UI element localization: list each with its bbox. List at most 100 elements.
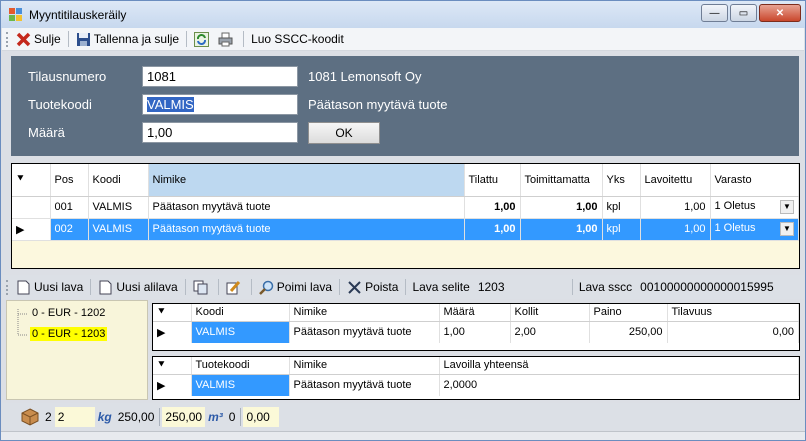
create-sscc-button[interactable]: Luo SSCC-koodit: [248, 30, 347, 49]
printer-icon: [218, 32, 233, 47]
pallet-sscc-label: Lava sscc: [578, 280, 633, 294]
save-close-label: Tallenna ja sulje: [93, 32, 180, 46]
refresh-button[interactable]: [191, 30, 215, 49]
cell-product-code[interactable]: VALMIS: [191, 374, 290, 396]
quantity-label: Määrä: [28, 125, 65, 140]
col-packages[interactable]: Kollit: [510, 304, 590, 322]
cell-code[interactable]: VALMIS: [88, 218, 149, 241]
cell-total[interactable]: 2,0000: [439, 374, 799, 396]
current-row-arrow-icon: ▶: [157, 326, 166, 339]
close-window-button[interactable]: ✕: [759, 4, 801, 22]
cell-volume[interactable]: 0,00: [667, 321, 799, 343]
new-pallet-button[interactable]: Uusi lava: [13, 278, 86, 297]
window-title: Myyntitilauskeräily: [29, 7, 127, 22]
col-name[interactable]: Nimike: [148, 164, 465, 197]
refresh-icon: [194, 31, 210, 47]
copy-button[interactable]: [190, 278, 214, 297]
delete-button[interactable]: Poista: [344, 278, 401, 297]
cell-ordered[interactable]: 1,00: [464, 196, 521, 219]
pallet-sscc-field[interactable]: 00100000000000015995: [640, 280, 773, 294]
tree-item-pallet-1202[interactable]: 0 - EUR - 1202: [30, 306, 107, 320]
table-row[interactable]: 001 VALMIS Päätason myytävä tuote 1,00 1…: [12, 196, 799, 219]
cell-undelivered[interactable]: 1,00: [520, 218, 603, 241]
toolbar-grip: [6, 31, 9, 47]
tree-item-pallet-1203[interactable]: 0 - EUR - 1203: [30, 327, 108, 341]
volume-icon: m³: [208, 409, 223, 424]
cell-name[interactable]: Päätason myytävä tuote: [148, 196, 465, 219]
cell-name[interactable]: Päätason myytävä tuote: [289, 321, 440, 343]
cell-name[interactable]: Päätason myytävä tuote: [148, 218, 465, 241]
cell-palletized[interactable]: 1,00: [640, 196, 711, 219]
cell-warehouse-text: 1 Oletus: [714, 200, 756, 212]
column-chooser[interactable]: ⯆: [12, 164, 51, 197]
cell-pos[interactable]: 001: [50, 196, 89, 219]
order-number-input[interactable]: 1081: [142, 66, 298, 87]
print-button[interactable]: [215, 30, 239, 49]
floppy-disk-icon: [76, 32, 91, 47]
cell-ordered[interactable]: 1,00: [464, 218, 521, 241]
cell-code[interactable]: VALMIS: [88, 196, 149, 219]
col-ordered[interactable]: Tilattu: [464, 164, 521, 197]
dropdown-arrow-icon[interactable]: ▼: [780, 222, 794, 236]
dropdown-arrow-icon[interactable]: ▼: [780, 200, 794, 214]
current-row-arrow-icon: ▶: [157, 379, 166, 392]
edit-button[interactable]: [223, 278, 247, 297]
cell-code[interactable]: VALMIS: [191, 321, 290, 343]
cell-warehouse[interactable]: 1 Oletus ▼: [710, 196, 799, 219]
ok-button[interactable]: OK: [308, 122, 380, 144]
col-name[interactable]: Nimike: [289, 304, 440, 322]
cell-unit[interactable]: kpl: [602, 218, 641, 241]
close-button[interactable]: Sulje: [13, 30, 64, 49]
cell-weight[interactable]: 250,00: [589, 321, 668, 343]
current-row-arrow-icon: ▶: [16, 223, 25, 236]
col-pos[interactable]: Pos: [50, 164, 89, 197]
cell-warehouse-text: 1 Oletus: [714, 222, 756, 234]
col-total-on-pallets[interactable]: Lavoilla yhteensä: [439, 357, 799, 375]
cell-undelivered[interactable]: 1,00: [520, 196, 603, 219]
pencil-icon: [226, 280, 241, 295]
col-code[interactable]: Koodi: [88, 164, 149, 197]
table-row[interactable]: ▶ VALMIS Päätason myytävä tuote 1,00 2,0…: [153, 321, 799, 343]
row-header[interactable]: ▶: [12, 218, 51, 241]
col-warehouse[interactable]: Varasto: [710, 164, 799, 197]
col-palletized[interactable]: Lavoitettu: [640, 164, 711, 197]
cell-qty[interactable]: 1,00: [439, 321, 511, 343]
pallet-desc-label: Lava selite: [412, 280, 470, 294]
cell-packages[interactable]: 2,00: [510, 321, 590, 343]
cell-pos[interactable]: 002: [50, 218, 89, 241]
cell-warehouse[interactable]: 1 Oletus ▼: [710, 218, 799, 241]
col-product-code[interactable]: Tuotekoodi: [191, 357, 290, 375]
save-close-button[interactable]: Tallenna ja sulje: [73, 30, 182, 49]
cell-unit[interactable]: kpl: [602, 196, 641, 219]
row-header[interactable]: ▶: [153, 321, 192, 343]
col-undelivered[interactable]: Toimittamatta: [520, 164, 603, 197]
col-code[interactable]: Koodi: [191, 304, 290, 322]
col-volume[interactable]: Tilavuus: [667, 304, 799, 322]
col-weight[interactable]: Paino: [589, 304, 668, 322]
quantity-input[interactable]: 1,00: [142, 122, 298, 143]
column-chooser[interactable]: ⯆: [153, 304, 192, 322]
cell-name[interactable]: Päätason myytävä tuote: [289, 374, 440, 396]
order-number-label: Tilausnumero: [28, 69, 107, 84]
product-name-text: Päätason myytävä tuote: [308, 97, 448, 112]
col-name[interactable]: Nimike: [289, 357, 440, 375]
weight-total: 250,00: [162, 406, 206, 427]
copy-icon: [193, 280, 208, 295]
pallet-desc-field[interactable]: 1203: [478, 280, 568, 294]
cell-palletized[interactable]: 1,00: [640, 218, 711, 241]
col-unit[interactable]: Yks: [602, 164, 641, 197]
table-row[interactable]: ▶ 002 VALMIS Päätason myytävä tuote 1,00…: [12, 218, 799, 241]
package-icon: [18, 407, 42, 427]
table-row[interactable]: ▶ VALMIS Päätason myytävä tuote 2,0000: [153, 374, 799, 396]
minimize-button[interactable]: —: [701, 4, 728, 22]
app-window: Myyntitilauskeräily — ▭ ✕ Sulje Tallenna…: [0, 0, 806, 441]
col-qty[interactable]: Määrä: [439, 304, 511, 322]
column-chooser[interactable]: ⯆: [153, 357, 192, 375]
row-header[interactable]: [12, 196, 51, 219]
toolbar-grip: [6, 279, 9, 295]
pick-pallet-button[interactable]: Poimi lava: [256, 278, 335, 297]
new-subpallet-button[interactable]: Uusi alilava: [95, 278, 180, 297]
product-code-input[interactable]: VALMIS: [142, 94, 298, 115]
maximize-button[interactable]: ▭: [730, 4, 757, 22]
row-header[interactable]: ▶: [153, 374, 192, 396]
